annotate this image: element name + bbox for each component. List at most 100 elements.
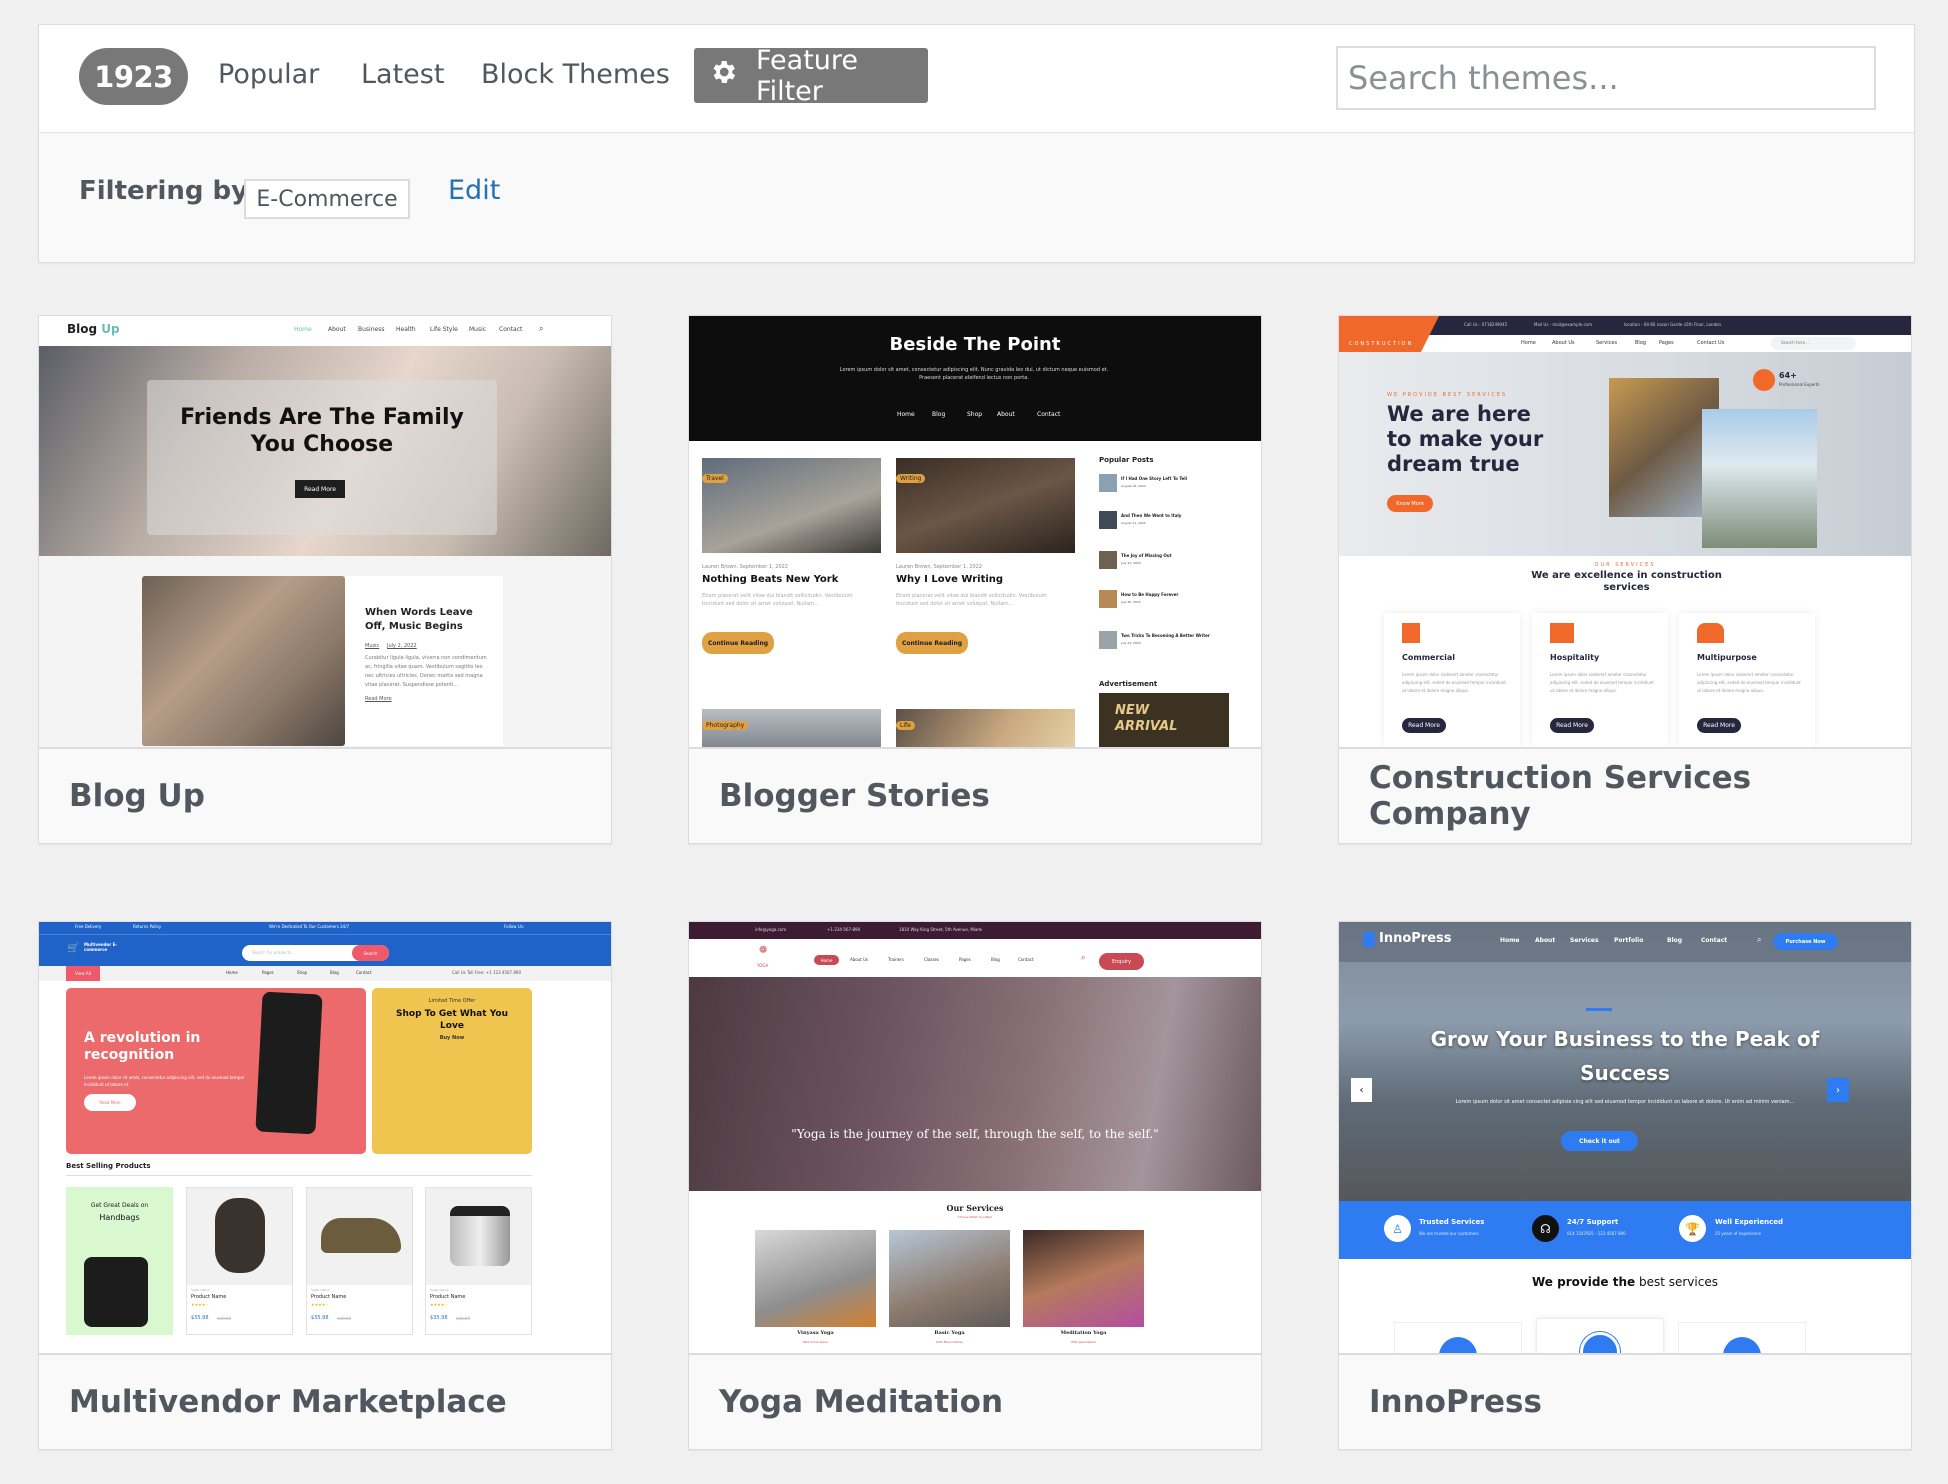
preview-nav-item: Pages xyxy=(262,970,274,975)
theme-card-yoga-meditation[interactable]: info@yoga.com +1-234-567-890 1810 Way Ki… xyxy=(688,921,1262,1450)
preview-nav-item: Services xyxy=(1596,340,1618,346)
preview-class-trainer: With Elison Parker xyxy=(935,1340,964,1344)
preview-product-card: Seller Name Product Name ★★★★☆ $35.98 $4… xyxy=(186,1187,293,1335)
preview-nav-item: Services xyxy=(1570,937,1599,944)
search-themes-input[interactable] xyxy=(1336,46,1876,110)
preview-top-item: Mail Us - mail@example.com xyxy=(1534,322,1592,327)
preview-popular-date: August 18, 2022 xyxy=(1121,484,1146,488)
preview-top-item: Free Delivery xyxy=(75,924,102,929)
theme-name[interactable]: Blogger Stories xyxy=(689,747,1261,843)
preview-top-item: location - 64-66 nason Garde n5th Floor,… xyxy=(1624,322,1722,327)
preview-offer-title: Shop To Get What You Love xyxy=(396,1009,508,1031)
theme-screenshot: info@yoga.com +1-234-567-890 1810 Way Ki… xyxy=(689,922,1261,1354)
preview-post-image xyxy=(142,576,345,746)
preview-nav-item: Blog xyxy=(330,970,339,975)
preview-nav-item: Home xyxy=(226,970,238,975)
preview-tagline: Lorem ipsum dolor sit amet, consectetur … xyxy=(839,367,1109,381)
preview-post-title: When Words Leave Off, Music Begins xyxy=(365,607,473,632)
tab-block-themes[interactable]: Block Themes xyxy=(481,59,670,90)
preview-top-item: Call Us - 0718249045 xyxy=(1464,322,1508,327)
preview-top-item: Follow Us: xyxy=(504,924,525,929)
preview-nav-item: Portfolio xyxy=(1614,937,1644,944)
preview-service-title: Hospitality xyxy=(1550,653,1600,662)
preview-continue-button: Continue Reading xyxy=(896,632,968,654)
preview-popular-title: Two Tricks To Becoming A Better Writer xyxy=(1121,633,1210,638)
preview-search-input: Search for products... xyxy=(252,950,296,955)
preview-nav-item: Contact xyxy=(356,970,372,975)
hotel-icon xyxy=(1550,623,1574,643)
theme-browser-toolbar: 1923 Popular Latest Block Themes Feature… xyxy=(39,25,1914,133)
rating-stars: ★★★★☆ xyxy=(311,1302,329,1307)
preview-nav: ❁ YOGA Home About Us Trainers Classes Pa… xyxy=(689,939,1261,977)
preview-nav-item: Shop xyxy=(297,970,308,975)
edit-filter-link[interactable]: Edit xyxy=(448,175,500,206)
preview-popular-date: August 11, 2022 xyxy=(1121,521,1146,525)
preview-hero-banner: A revolution in recognition Lorem ipsum … xyxy=(66,988,366,1154)
preview-feature-title: 24/7 Support xyxy=(1567,1218,1619,1226)
theme-card-innopress[interactable]: InnoPress Home About Services Portfolio … xyxy=(1338,921,1912,1450)
preview-top-item: +1-234-567-890 xyxy=(827,927,861,932)
theme-name[interactable]: InnoPress xyxy=(1339,1353,1911,1449)
preview-nav: View All Home Pages Shop Blog Contact Ca… xyxy=(39,966,611,981)
preview-popular-title: How to Be Happy Forever xyxy=(1121,592,1179,597)
preview-purchase-button: Purchase Now xyxy=(1773,933,1838,950)
preview-service-card: Hospitality Lorem ipsum dolor sisderert … xyxy=(1532,613,1668,748)
preview-top-item: info@yoga.com xyxy=(755,927,787,932)
preview-service-card: Multipurpose Lorem ipsum dolor sisderert… xyxy=(1679,613,1815,748)
headset-icon: ☊ xyxy=(1532,1215,1559,1242)
preview-top-item: 1810 Way King Street, 5th Avenue, Miami xyxy=(899,927,983,932)
preview-offer-kicker: Limited Time Offer xyxy=(428,998,476,1004)
theme-name[interactable]: Construction Services Company xyxy=(1339,747,1911,843)
preview-nav-item: Contact xyxy=(1701,937,1728,944)
preview-product-price: $35.98 xyxy=(191,1315,209,1321)
theme-card-multivendor-marketplace[interactable]: Free Delivery Returns Policy We're Dedic… xyxy=(38,921,612,1450)
tab-popular[interactable]: Popular xyxy=(218,59,319,90)
preview-nav-item: Trainers xyxy=(888,957,904,962)
theme-name[interactable]: Multivendor Marketplace xyxy=(39,1353,611,1449)
preview-post-link: Read More xyxy=(365,696,392,702)
preview-popular-title: And Then We Went to Italy xyxy=(1121,513,1182,518)
theme-card-blogger-stories[interactable]: Beside The Point Lorem ipsum dolor sit a… xyxy=(688,315,1262,844)
preview-post-tag: Travel xyxy=(702,474,728,483)
preview-search: Search here... xyxy=(1781,340,1809,345)
preview-experts-count: 64+ xyxy=(1779,371,1797,380)
rating-stars: ★★★★☆ xyxy=(191,1302,209,1307)
preview-nav-item: Home xyxy=(897,411,915,418)
preview-read-more-button: Read More xyxy=(295,480,345,498)
preview-search-button: Search xyxy=(352,945,389,961)
feature-filter-button[interactable]: Feature Filter xyxy=(694,45,928,107)
preview-enquiry-button: Enquiry xyxy=(1099,953,1144,970)
preview-product-card: Seller Name Product Name ★★★★☆ $35.98 $4… xyxy=(306,1187,413,1335)
handbag-image xyxy=(84,1257,148,1327)
preview-ad-title: Advertisement xyxy=(1099,680,1158,688)
theme-name[interactable]: Blog Up xyxy=(39,747,611,843)
preview-post-meta: Lauren Brown, September 1, 2022 xyxy=(702,564,788,570)
tab-latest[interactable]: Latest xyxy=(361,59,444,90)
search-icon: ⌕ xyxy=(1757,935,1762,944)
preview-class-image xyxy=(755,1230,876,1327)
preview-post-tag: Life xyxy=(896,721,915,730)
theme-name[interactable]: Yoga Meditation xyxy=(689,1353,1261,1449)
theme-card-blog-up[interactable]: Blog Up Home About Business Health Life … xyxy=(38,315,612,844)
preview-service-text: Lorem ipsum dolor sisderert ameter conse… xyxy=(1402,672,1506,693)
warehouse-icon xyxy=(1697,623,1724,643)
preview-class-name: Meditation Yoga xyxy=(1060,1330,1107,1336)
preview-hero-title: Friends Are The Family You Choose xyxy=(180,405,464,457)
theme-count-badge: 1923 xyxy=(79,48,188,105)
preview-class-name: Basic Yoga xyxy=(934,1330,965,1336)
preview-service-button: Read More xyxy=(1697,718,1741,733)
preview-post-excerpt: Etiam placerat velit vitae dui blandit s… xyxy=(702,593,853,607)
preview-feature-sub: We are trusted our customers xyxy=(1419,1231,1479,1236)
feature-filter-label: Feature Filter xyxy=(756,44,859,107)
preview-hero-title: Grow Your Business to the Peak of Succes… xyxy=(1430,1027,1820,1085)
preview-hero-button: Read More xyxy=(84,1094,136,1111)
preview-section-title-a: We provide the xyxy=(1532,1275,1636,1289)
theme-screenshot: Blog Up Home About Business Health Life … xyxy=(39,316,611,748)
preview-class-image xyxy=(1023,1230,1144,1327)
theme-card-construction-services-company[interactable]: Call Us - 0718249045 Mail Us - mail@exam… xyxy=(1338,315,1912,844)
chevron-left-icon: ‹ xyxy=(1351,1078,1372,1102)
preview-logo-text: CONSTRUCTION xyxy=(1349,341,1414,347)
search-icon: ⌕ xyxy=(539,324,544,333)
preview-post-category: Music xyxy=(365,643,380,649)
preview-hero-quote: "Yoga is the journey of the self, throug… xyxy=(791,1127,1159,1141)
